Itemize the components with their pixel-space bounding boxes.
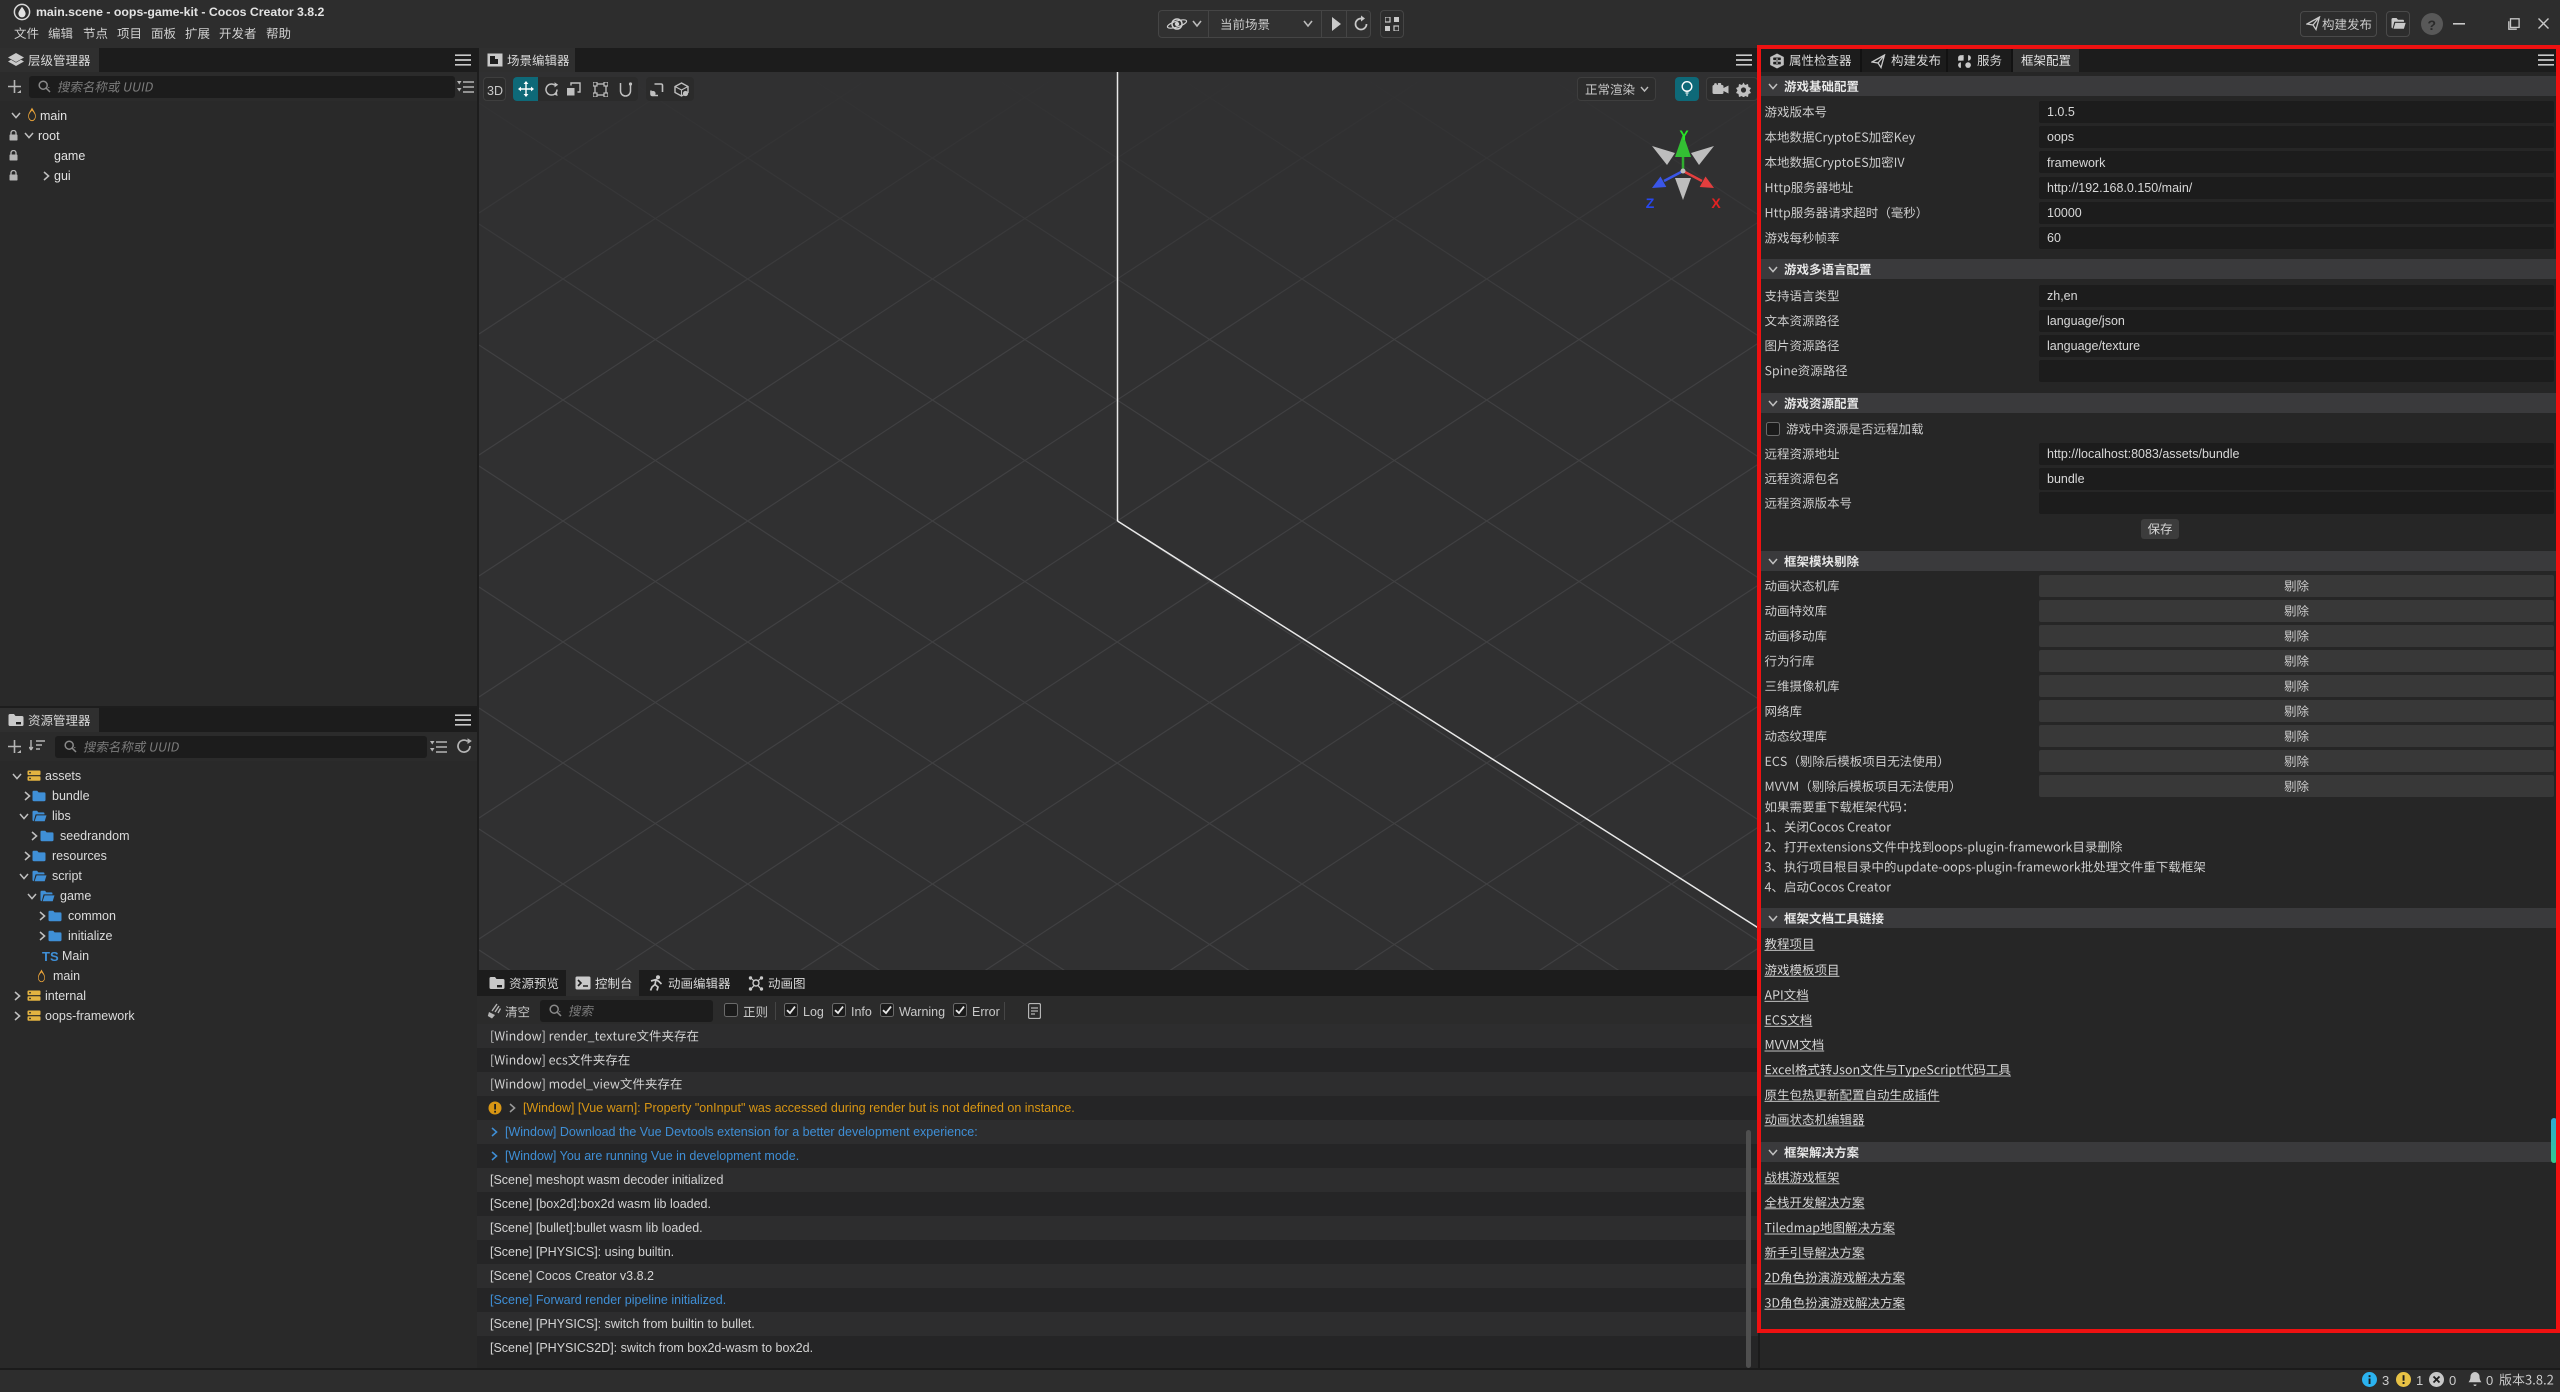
svg-text:X: X [1711,195,1721,211]
svg-text:Y: Y [1679,127,1689,143]
svg-text:Z: Z [1646,195,1655,211]
